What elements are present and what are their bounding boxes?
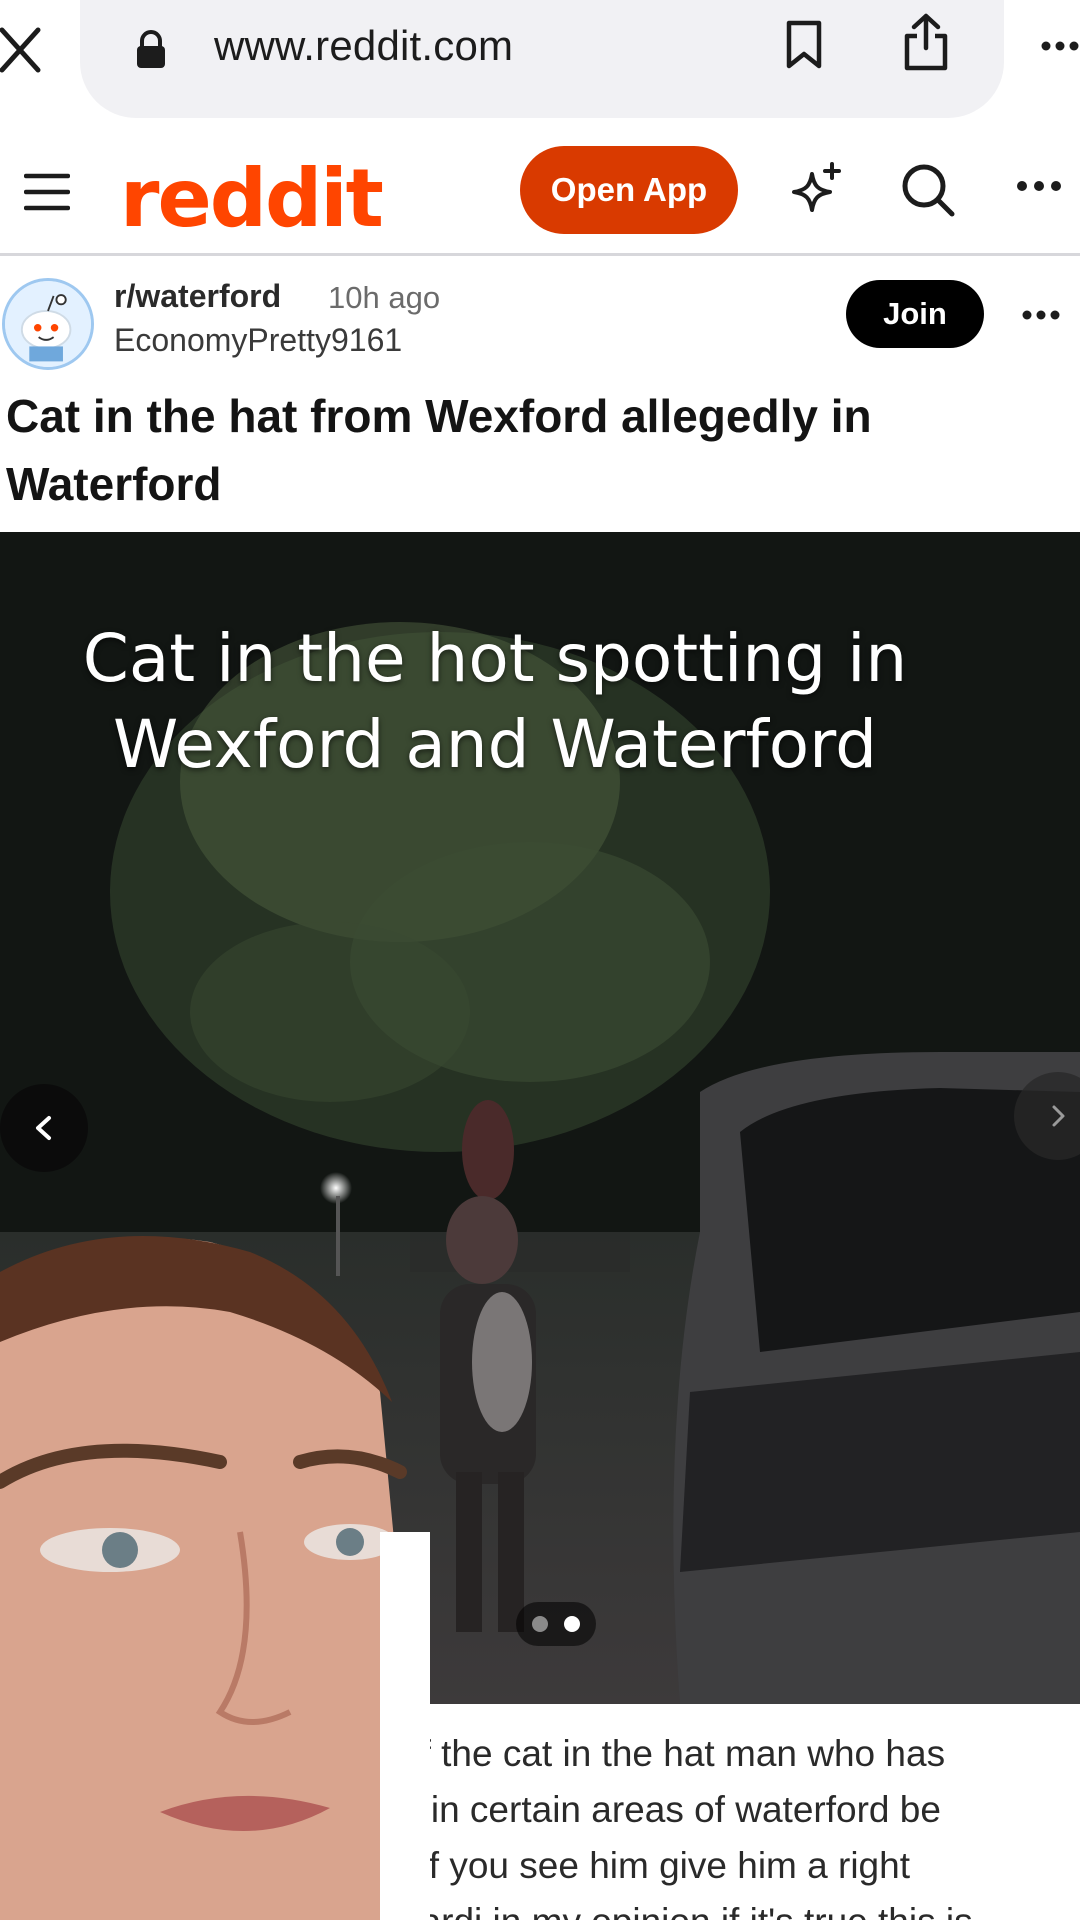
slide-dot: [532, 1616, 548, 1632]
hamburger-icon[interactable]: [24, 172, 70, 212]
site-header: reddit Open App: [0, 120, 1080, 256]
more-icon[interactable]: [1040, 38, 1080, 54]
post-title[interactable]: Cat in the hat from Wexford allegedly in…: [6, 382, 1066, 518]
slide-indicator: [516, 1602, 596, 1646]
media-caption: Cat in the hot spotting in Wexford and W…: [82, 620, 908, 783]
post-timestamp: 10h ago: [328, 280, 441, 315]
slide-dot-active: [564, 1616, 580, 1632]
reddit-logo[interactable]: reddit: [120, 152, 384, 245]
chevron-right-icon: [1052, 1105, 1065, 1127]
post-body-line: uardi in my opinion if it's true this is: [400, 1894, 1080, 1920]
join-button[interactable]: Join: [846, 280, 984, 348]
post-author[interactable]: EconomyPretty9161: [114, 322, 402, 359]
search-icon[interactable]: [900, 162, 956, 218]
chevron-left-icon: [36, 1116, 51, 1140]
bookmark-icon[interactable]: [782, 20, 826, 70]
creator-face-image: [0, 1236, 430, 1920]
post-body-line: of the cat in the hat man who has: [400, 1733, 946, 1774]
sparkle-icon[interactable]: [788, 162, 844, 218]
more-icon[interactable]: [1016, 178, 1062, 194]
creator-video-overlay: [0, 1232, 430, 1920]
previous-slide-button[interactable]: [0, 1084, 88, 1172]
browser-toolbar: www.reddit.com: [0, 0, 1080, 120]
subreddit-name[interactable]: r/waterford: [114, 278, 281, 315]
lock-icon: [137, 30, 165, 68]
close-icon[interactable]: [0, 22, 44, 78]
share-icon[interactable]: [900, 12, 952, 72]
post-body-line: g in certain areas of waterford be: [400, 1789, 941, 1830]
post-body-line: t if you see him give him a right: [400, 1845, 910, 1886]
url-text[interactable]: www.reddit.com: [214, 22, 513, 70]
more-icon[interactable]: [1022, 308, 1060, 322]
subreddit-avatar[interactable]: [2, 278, 94, 370]
post-body[interactable]: of the cat in the hat man who has g in c…: [400, 1726, 1080, 1920]
open-app-button[interactable]: Open App: [520, 146, 738, 234]
